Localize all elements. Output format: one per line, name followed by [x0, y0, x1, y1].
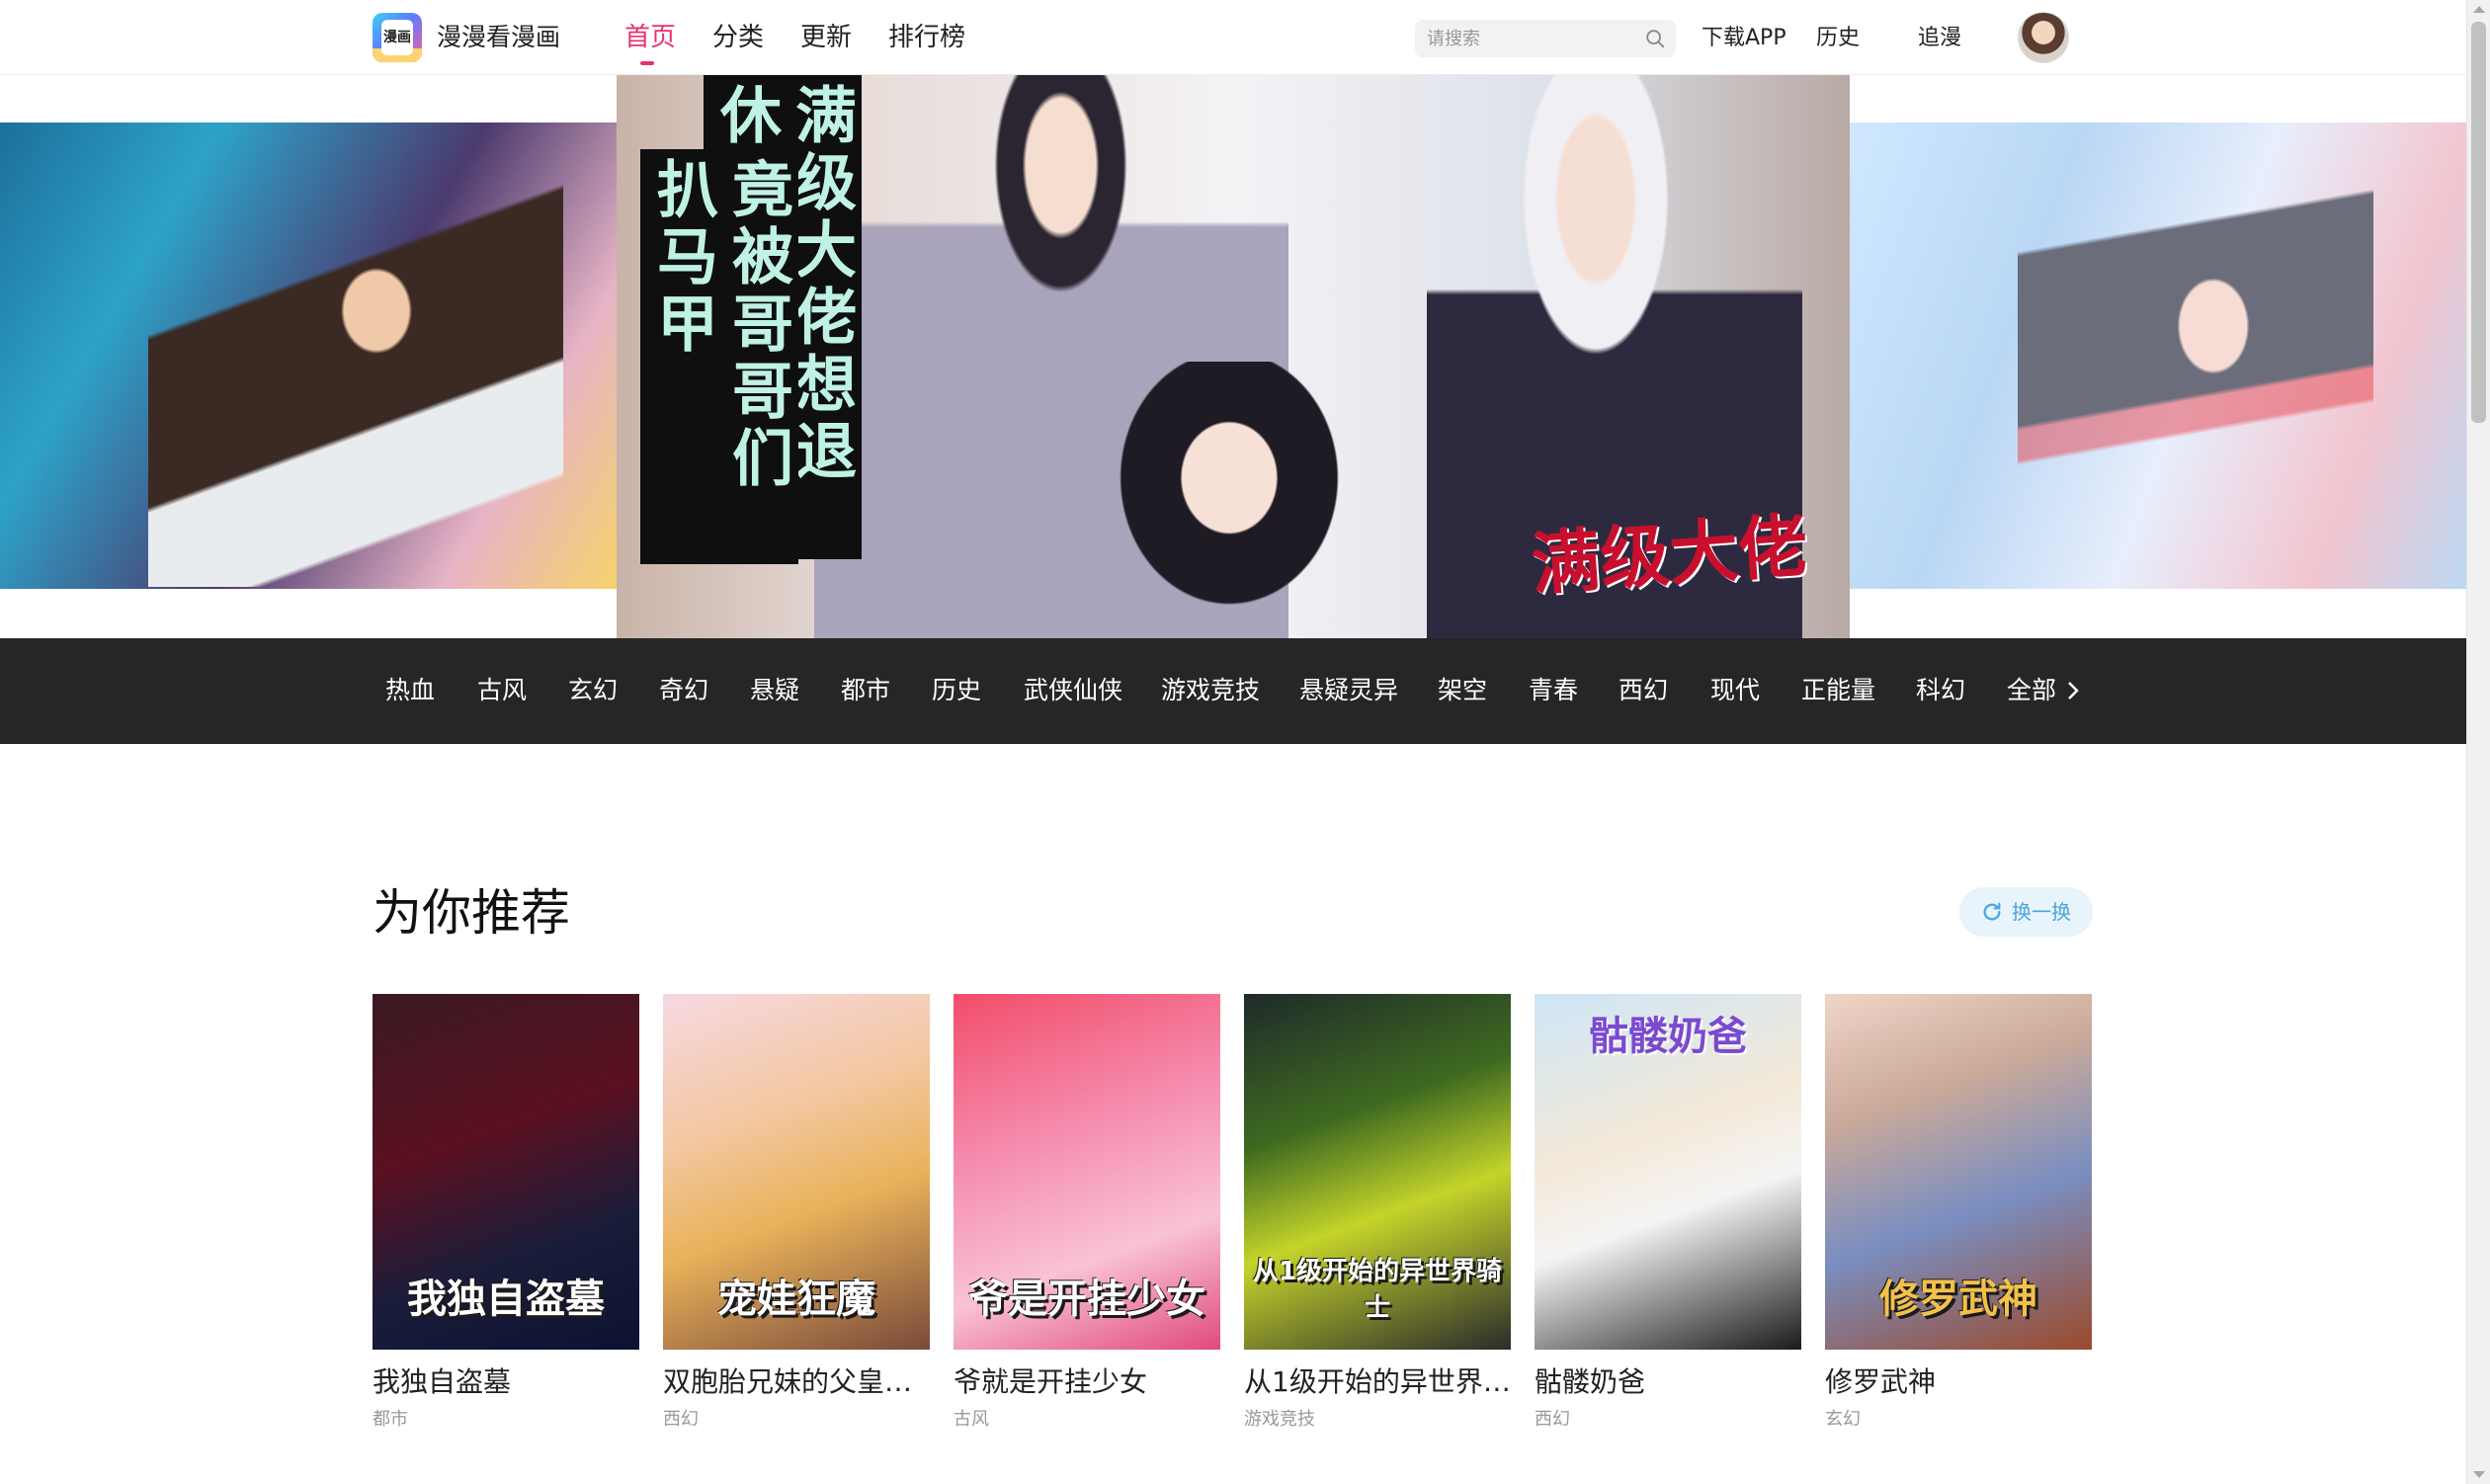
banner-comic-logo: 满级大佬	[1528, 505, 1810, 606]
page-scrollbar[interactable]	[2466, 0, 2490, 1484]
category-item[interactable]: 悬疑	[750, 674, 799, 707]
banner-slide-prev[interactable]	[0, 123, 617, 589]
cover-title: 宠娃狂魔	[717, 1277, 875, 1322]
nav-ranking[interactable]: 排行榜	[888, 18, 965, 57]
comic-genre: 游戏竞技	[1244, 1409, 1315, 1430]
comic-genre: 玄幻	[1825, 1409, 1861, 1430]
comic-title[interactable]: 双胞胎兄妹的父皇是宠娃狂魔	[663, 1363, 930, 1401]
page: 漫画 漫漫看漫画 首页 分类 更新 排行榜 下载APP 历史 追漫	[0, 0, 2490, 1484]
section-title: 为你推荐	[373, 884, 570, 942]
category-item[interactable]: 奇幻	[659, 674, 708, 707]
comic-card[interactable]: 爷是开挂少女 爷就是开挂少女 古风	[954, 994, 1220, 1433]
category-all[interactable]: 全部	[2007, 674, 2080, 707]
refresh-button[interactable]: 换一换	[1959, 887, 2093, 937]
category-item[interactable]: 热血	[385, 674, 435, 707]
hero-banner: 满级大佬想退休 竟被哥哥们扒马甲 满级大佬	[0, 75, 2466, 638]
comic-card[interactable]: 修罗武神 修罗武神 玄幻	[1825, 994, 2092, 1433]
chevron-right-icon	[2068, 682, 2079, 700]
banner-art-girl	[1091, 362, 1368, 638]
comic-card[interactable]: 从1级开始的异世界骑士 从1级开始的异世界骑士 游戏竞技	[1244, 994, 1511, 1433]
comic-cover[interactable]: 骷髅奶爸	[1535, 994, 1801, 1350]
scroll-down-arrow-icon[interactable]	[2473, 1471, 2485, 1478]
app-logo[interactable]: 漫画	[373, 13, 422, 62]
logo-glyph: 漫画	[381, 20, 413, 55]
active-indicator	[640, 61, 654, 65]
category-item[interactable]: 西幻	[1618, 674, 1668, 707]
top-header: 漫画 漫漫看漫画 首页 分类 更新 排行榜 下载APP 历史 追漫	[0, 0, 2466, 75]
banner-prev-art	[148, 162, 563, 587]
comic-title[interactable]: 从1级开始的异世界骑士	[1244, 1363, 1511, 1401]
download-app-link[interactable]: 下载APP	[1702, 22, 1786, 55]
scrollbar-thumb[interactable]	[2471, 22, 2486, 423]
comic-title[interactable]: 修罗武神	[1825, 1363, 2092, 1401]
comic-cover[interactable]: 从1级开始的异世界骑士	[1244, 994, 1511, 1350]
banner-slide-current[interactable]: 满级大佬想退休 竟被哥哥们扒马甲 满级大佬	[617, 75, 1850, 638]
cover-title: 我独自盗墓	[407, 1277, 605, 1322]
nav-category[interactable]: 分类	[712, 18, 764, 57]
comic-title[interactable]: 我独自盗墓	[373, 1363, 639, 1401]
comic-cover[interactable]: 宠娃狂魔	[663, 994, 930, 1350]
brand-name[interactable]: 漫漫看漫画	[437, 20, 560, 55]
nav-update[interactable]: 更新	[800, 18, 852, 57]
comic-genre: 西幻	[663, 1409, 699, 1430]
category-item[interactable]: 正能量	[1801, 674, 1875, 707]
category-item[interactable]: 科幻	[1916, 674, 1965, 707]
category-item[interactable]: 历史	[932, 674, 981, 707]
comic-genre: 西幻	[1535, 1409, 1570, 1430]
follow-link[interactable]: 追漫	[1918, 22, 1961, 55]
scroll-up-arrow-icon[interactable]	[2473, 6, 2485, 13]
cover-title: 爷是开挂少女	[968, 1277, 1205, 1322]
comic-cover[interactable]: 修罗武神	[1825, 994, 2092, 1350]
banner-slide-next[interactable]	[1850, 123, 2466, 589]
comic-card[interactable]: 宠娃狂魔 双胞胎兄妹的父皇是宠娃狂魔 西幻	[663, 994, 930, 1433]
comic-title[interactable]: 骷髅奶爸	[1535, 1363, 1801, 1401]
category-bar: 热血 古风 玄幻 奇幻 悬疑 都市 历史 武侠仙侠 游戏竞技 悬疑灵异 架空 青…	[0, 638, 2466, 744]
banner-vertical-title-2: 竟被哥哥们扒马甲	[640, 149, 798, 564]
search-icon[interactable]	[1644, 28, 1666, 49]
category-all-label: 全部	[2007, 676, 2057, 704]
refresh-label: 换一换	[2012, 900, 2071, 924]
category-item[interactable]: 青春	[1529, 674, 1578, 707]
comic-cover[interactable]: 我独自盗墓	[373, 994, 639, 1350]
comic-title[interactable]: 爷就是开挂少女	[954, 1363, 1220, 1401]
cover-title: 从1级开始的异世界骑士	[1252, 1257, 1503, 1323]
cover-title: 骷髅奶爸	[1589, 1014, 1747, 1059]
cover-title: 修罗武神	[1879, 1277, 2037, 1322]
category-item[interactable]: 古风	[477, 674, 527, 707]
comic-card[interactable]: 我独自盗墓 我独自盗墓 都市	[373, 994, 639, 1433]
user-avatar[interactable]	[2018, 12, 2069, 63]
main-nav: 首页 分类 更新 排行榜	[624, 18, 1002, 65]
category-item[interactable]: 架空	[1438, 674, 1487, 707]
comic-genre: 古风	[954, 1409, 989, 1430]
category-item[interactable]: 现代	[1710, 674, 1760, 707]
nav-home[interactable]: 首页	[624, 18, 677, 65]
comic-cover[interactable]: 爷是开挂少女	[954, 994, 1220, 1350]
category-item[interactable]: 悬疑灵异	[1299, 674, 1398, 707]
refresh-icon	[1983, 902, 2001, 921]
comic-card[interactable]: 骷髅奶爸 骷髅奶爸 西幻	[1535, 994, 1801, 1433]
banner-next-art	[2018, 152, 2373, 587]
category-item[interactable]: 游戏竞技	[1161, 674, 1260, 707]
search-box	[1415, 20, 1676, 57]
search-input[interactable]	[1427, 20, 1634, 57]
category-item[interactable]: 都市	[841, 674, 890, 707]
history-link[interactable]: 历史	[1816, 22, 1860, 55]
category-item[interactable]: 玄幻	[568, 674, 618, 707]
nav-home-label: 首页	[624, 23, 677, 52]
comic-genre: 都市	[373, 1409, 408, 1430]
category-item[interactable]: 武侠仙侠	[1024, 674, 1122, 707]
